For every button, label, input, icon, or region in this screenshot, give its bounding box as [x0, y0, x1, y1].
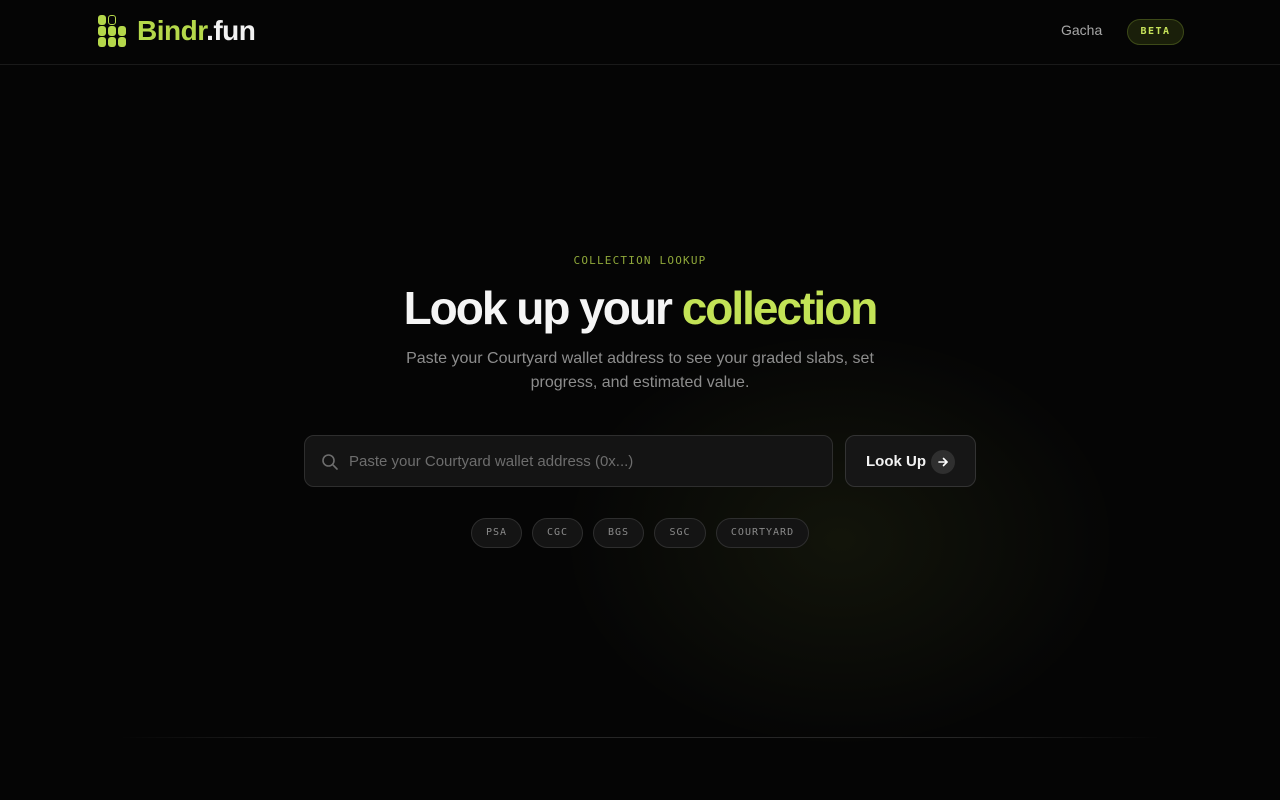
look-up-label: Look Up	[866, 452, 926, 470]
look-up-button[interactable]: Look Up	[845, 435, 976, 487]
section-eyebrow: COLLECTION LOOKUP	[573, 254, 707, 267]
grid-logo-icon	[98, 13, 126, 49]
page-subtitle: Paste your Courtyard wallet address to s…	[406, 350, 874, 391]
wallet-address-input[interactable]	[349, 436, 819, 486]
beta-badge: BETA	[1127, 19, 1184, 45]
logo-link[interactable]: Bindr.fun	[98, 13, 256, 49]
footer-divider	[120, 737, 1160, 738]
nav-gacha-link[interactable]: Gacha	[1061, 22, 1102, 38]
title-main: Look up your	[403, 282, 682, 334]
chip-cgc[interactable]: CGC	[532, 518, 583, 548]
logo-wordmark: Bindr.fun	[137, 13, 256, 49]
title-accent: collection	[681, 282, 879, 334]
logo-primary: Bindr	[137, 15, 207, 46]
top-nav: Bindr.fun Gacha BETA	[0, 0, 1280, 65]
wallet-search-box[interactable]	[304, 435, 833, 487]
logo-secondary: .fun	[206, 15, 256, 46]
chip-psa[interactable]: PSA	[471, 518, 522, 548]
chip-bgs[interactable]: BGS	[593, 518, 644, 548]
search-icon	[322, 454, 338, 470]
page-title: Look up your collection	[0, 280, 1280, 336]
arrow-right-icon	[931, 450, 955, 474]
chip-sgc[interactable]: SGC	[654, 518, 706, 548]
chip-courtyard[interactable]: COURTYARD	[716, 518, 809, 548]
